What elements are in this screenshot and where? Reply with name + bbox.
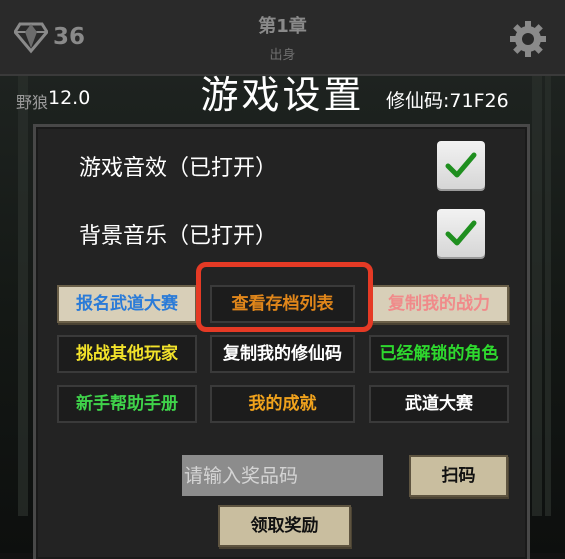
highlight-box xyxy=(196,262,373,332)
gear-icon[interactable] xyxy=(508,19,548,59)
tree-trunk xyxy=(18,76,28,516)
register-tournament-button[interactable]: 报名武道大赛 xyxy=(57,285,197,323)
background-music-label: 背景音乐（已打开） xyxy=(79,224,278,249)
achievements-button[interactable]: 我的成就 xyxy=(210,385,355,423)
copy-code-button[interactable]: 复制我的修仙码 xyxy=(210,335,355,373)
copy-power-button[interactable]: 复制我的战力 xyxy=(369,285,509,323)
cultivation-code: 修仙码:71F26 xyxy=(386,90,509,112)
challenge-players-button[interactable]: 挑战其他玩家 xyxy=(57,335,197,373)
prize-code-input[interactable] xyxy=(182,455,383,496)
tournament-button[interactable]: 武道大赛 xyxy=(369,385,509,423)
background-music-checkbox[interactable] xyxy=(437,209,485,257)
scan-button[interactable]: 扫码 xyxy=(409,455,508,497)
help-manual-button[interactable]: 新手帮助手册 xyxy=(57,385,197,423)
unlocked-characters-button[interactable]: 已经解锁的角色 xyxy=(369,335,509,373)
claim-reward-button[interactable]: 领取奖励 xyxy=(218,505,351,547)
sound-effects-label: 游戏音效（已打开） xyxy=(79,156,278,181)
tree-trunk xyxy=(532,76,542,516)
chapter-subtitle: 出身 xyxy=(269,48,296,63)
tree-trunk xyxy=(545,76,551,516)
checkmark-icon xyxy=(445,152,477,178)
checkmark-icon xyxy=(445,220,477,246)
chapter-title: 第1章 xyxy=(258,16,307,37)
sound-effects-checkbox[interactable] xyxy=(437,141,485,189)
